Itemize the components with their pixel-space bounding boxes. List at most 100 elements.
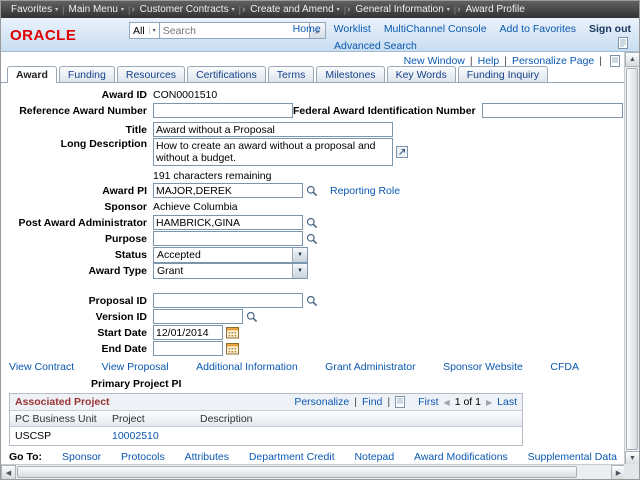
goto-supplemental-data-link[interactable]: Supplemental Data: [528, 451, 617, 463]
long-description-row: Long Description How to create an award …: [1, 138, 626, 168]
purpose-field[interactable]: [153, 231, 303, 246]
grid-title: Associated Project: [15, 396, 110, 408]
characters-remaining-row: 191 characters remaining: [1, 169, 626, 182]
goto-sponsor-link[interactable]: Sponsor: [62, 451, 101, 463]
chevron-down-icon: ▾: [148, 27, 156, 34]
menu-general-information[interactable]: General Information ▾: [351, 4, 453, 15]
cfda-link[interactable]: CFDA: [550, 361, 579, 373]
chevron-down-icon: ▾: [120, 7, 124, 13]
separator: |: [387, 396, 391, 408]
tab-certifications[interactable]: Certifications: [187, 66, 266, 82]
goto-award-modifications-link[interactable]: Award Modifications: [414, 451, 508, 463]
goto-protocols-link[interactable]: Protocols: [121, 451, 165, 463]
reference-award-number-field[interactable]: [153, 103, 293, 118]
advanced-search-link[interactable]: Advanced Search: [334, 40, 417, 52]
grant-administrator-link[interactable]: Grant Administrator: [325, 361, 415, 373]
tab-funding[interactable]: Funding: [58, 66, 115, 82]
award-id-value: CON0001510: [153, 88, 218, 101]
version-id-field[interactable]: [153, 309, 243, 324]
previous-row-icon[interactable]: ◀: [444, 398, 450, 407]
goto-attributes-link[interactable]: Attributes: [185, 451, 229, 463]
characters-remaining-text: 191 characters remaining: [153, 169, 272, 182]
reporting-role-link[interactable]: Reporting Role: [330, 185, 400, 197]
tab-resources[interactable]: Resources: [116, 66, 186, 82]
new-window-link[interactable]: New Window: [404, 55, 465, 67]
column-project[interactable]: Project: [112, 413, 200, 425]
goto-department-credit-link[interactable]: Department Credit: [249, 451, 335, 463]
title-label: Title: [125, 123, 147, 136]
tab-funding-inquiry[interactable]: Funding Inquiry: [457, 66, 549, 82]
notepad-icon[interactable]: [618, 37, 628, 52]
menu-main-menu-label: Main Menu: [68, 4, 118, 15]
additional-information-link[interactable]: Additional Information: [196, 361, 298, 373]
grid-page-info: 1 of 1: [454, 396, 481, 408]
scroll-up-icon[interactable]: ▲: [625, 52, 639, 67]
menu-customer-contracts[interactable]: Customer Contracts ▾: [136, 4, 239, 15]
personalize-link[interactable]: Personalize: [294, 396, 349, 408]
view-contract-link[interactable]: View Contract: [9, 361, 74, 373]
post-award-administrator-field[interactable]: [153, 215, 303, 230]
vertical-scrollbar[interactable]: ▲ ▼: [624, 52, 639, 466]
page-icon[interactable]: [610, 54, 620, 67]
status-row: Status Accepted ▼: [1, 246, 626, 263]
chevron-down-icon: ▾: [231, 7, 235, 13]
download-icon[interactable]: [395, 396, 406, 408]
grid-header-row: PC Business Unit Project Description: [10, 411, 522, 427]
lookup-icon[interactable]: [306, 295, 318, 307]
award-pi-field[interactable]: [153, 183, 303, 198]
cell-pc-business-unit: USCSP: [15, 430, 52, 442]
search-input[interactable]: [159, 22, 310, 39]
lookup-icon[interactable]: [306, 217, 318, 229]
last-link[interactable]: Last: [497, 396, 517, 408]
tab-milestones[interactable]: Milestones: [316, 66, 385, 82]
status-label: Status: [114, 248, 147, 261]
lookup-icon[interactable]: [306, 233, 318, 245]
view-proposal-link[interactable]: View Proposal: [102, 361, 169, 373]
worklist-link[interactable]: Worklist: [334, 23, 371, 35]
search-scope-select[interactable]: All ▾: [129, 22, 160, 39]
lookup-icon[interactable]: [246, 311, 258, 323]
cell-project-link[interactable]: 10002510: [112, 430, 200, 442]
sign-out-link[interactable]: Sign out: [589, 23, 631, 35]
end-date-field[interactable]: [153, 341, 223, 356]
horizontal-scroll-thumb[interactable]: [17, 466, 577, 478]
status-value: Accepted: [157, 248, 201, 261]
status-select[interactable]: Accepted ▼: [153, 246, 308, 263]
start-date-field[interactable]: [153, 325, 223, 340]
vertical-scroll-thumb[interactable]: [626, 68, 638, 450]
scroll-left-icon[interactable]: ◀: [1, 465, 16, 479]
personalize-page-link[interactable]: Personalize Page: [512, 55, 594, 67]
help-link[interactable]: Help: [478, 55, 500, 67]
first-link[interactable]: First: [418, 396, 438, 408]
separator: |: [469, 54, 473, 67]
calendar-icon[interactable]: [226, 342, 239, 355]
menu-favorites[interactable]: Favorites ▾: [7, 4, 62, 15]
proposal-id-label: Proposal ID: [88, 294, 147, 307]
title-field[interactable]: [153, 122, 393, 137]
award-type-select[interactable]: Grant ▼: [153, 262, 308, 279]
home-link[interactable]: Home: [293, 23, 321, 35]
tab-key-words[interactable]: Key Words: [386, 66, 456, 82]
column-description[interactable]: Description: [200, 413, 522, 425]
calendar-icon[interactable]: [226, 326, 239, 339]
sponsor-website-link[interactable]: Sponsor Website: [443, 361, 523, 373]
goto-notepad-link[interactable]: Notepad: [354, 451, 394, 463]
find-link[interactable]: Find: [362, 396, 382, 408]
next-row-icon[interactable]: ▶: [486, 398, 492, 407]
expand-icon[interactable]: [396, 146, 408, 158]
award-form: Award ID CON0001510 Reference Award Numb…: [1, 83, 626, 356]
menu-create-and-amend[interactable]: Create and Amend ▾: [246, 4, 343, 15]
horizontal-scrollbar[interactable]: ◀ ▶: [1, 464, 626, 479]
search-scope-value: All: [133, 24, 145, 37]
proposal-id-field[interactable]: [153, 293, 303, 308]
tab-terms[interactable]: Terms: [267, 66, 315, 82]
federal-award-id-field[interactable]: [481, 103, 623, 118]
multichannel-console-link[interactable]: MultiChannel Console: [384, 23, 487, 35]
add-to-favorites-link[interactable]: Add to Favorites: [500, 23, 576, 35]
menu-main-menu[interactable]: Main Menu ▾: [64, 4, 127, 15]
tab-award[interactable]: Award: [7, 66, 57, 83]
version-id-label: Version ID: [95, 310, 147, 323]
long-description-field[interactable]: How to create an award without a proposa…: [153, 138, 393, 166]
lookup-icon[interactable]: [306, 185, 318, 197]
column-pc-business-unit[interactable]: PC Business Unit: [10, 413, 112, 425]
